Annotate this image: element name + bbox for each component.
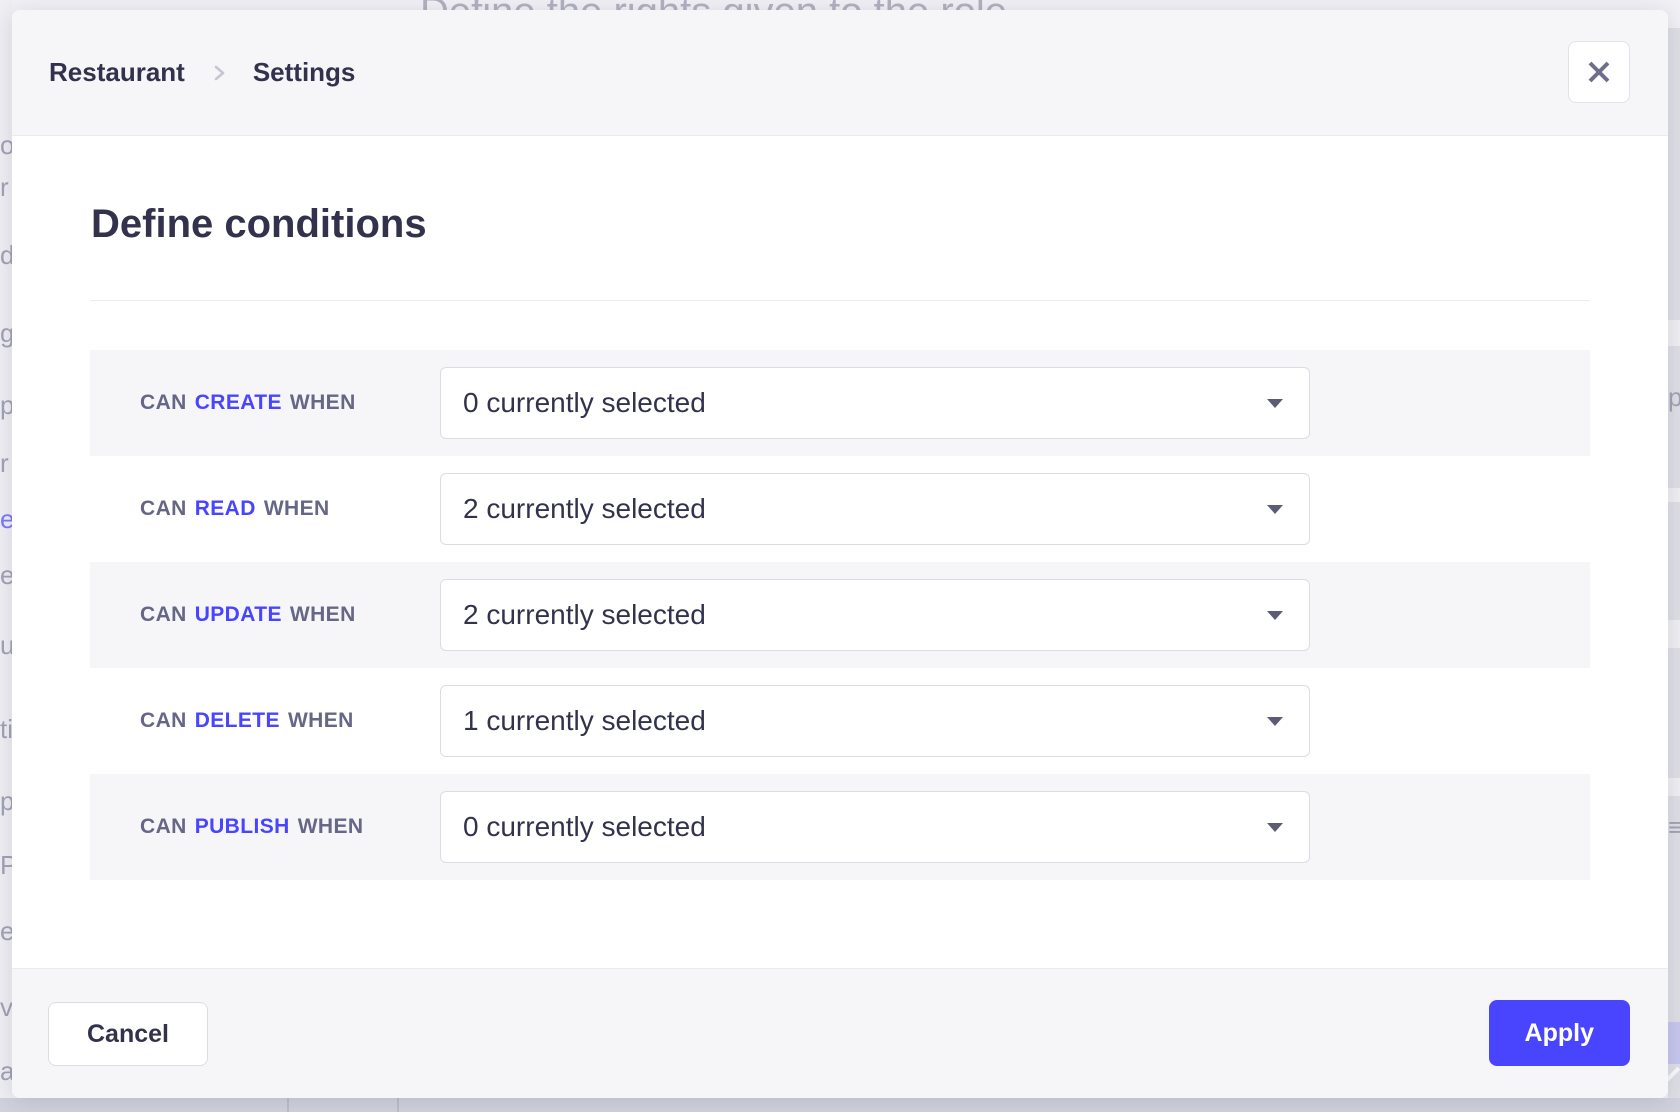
condition-row-label: CAN CREATE WHEN [90, 391, 440, 415]
modal-footer: Cancel Apply [12, 968, 1668, 1098]
backdrop-text-fragment: ≡ [1668, 812, 1680, 843]
condition-row-create: CAN CREATE WHEN 0 currently selected [90, 350, 1590, 456]
backdrop-left-edge: olrdgpreerutipPevai [0, 0, 12, 1098]
chevron-down-icon [1267, 717, 1283, 726]
chevron-down-icon [1267, 505, 1283, 514]
modal-body: Define conditions CAN CREATE WHEN 0 curr… [12, 136, 1668, 968]
breadcrumb-current: Settings [253, 57, 356, 88]
cancel-button[interactable]: Cancel [48, 1002, 208, 1066]
close-button[interactable] [1568, 41, 1630, 103]
dialog-title: Define conditions [91, 202, 427, 247]
backdrop-text-fragment: p [0, 786, 12, 817]
conditions-list: CAN CREATE WHEN 0 currently selected CAN… [90, 350, 1590, 880]
chevron-down-icon [1267, 611, 1283, 620]
label-prefix: CAN [140, 815, 187, 839]
breadcrumb-parent[interactable]: Restaurant [49, 57, 185, 88]
label-action: PUBLISH [195, 815, 290, 839]
select-value: 0 currently selected [463, 811, 706, 843]
chevron-down-icon [1267, 399, 1283, 408]
backdrop-text-fragment: ti [0, 714, 12, 745]
backdrop-bottom-strip [0, 1098, 1680, 1112]
close-icon [1585, 58, 1613, 86]
backdrop-text-fragment: P [0, 850, 12, 881]
backdrop-text-fragment: e [0, 504, 12, 535]
condition-row-label: CAN DELETE WHEN [90, 709, 440, 733]
label-suffix: WHEN [288, 709, 354, 733]
label-prefix: CAN [140, 603, 187, 627]
label-suffix: WHEN [290, 603, 356, 627]
condition-select-create[interactable]: 0 currently selected [440, 367, 1310, 439]
condition-row-label: CAN UPDATE WHEN [90, 603, 440, 627]
condition-row-publish: CAN PUBLISH WHEN 0 currently selected [90, 774, 1590, 880]
label-suffix: WHEN [264, 497, 330, 521]
condition-row-update: CAN UPDATE WHEN 2 currently selected [90, 562, 1590, 668]
chevron-right-icon [211, 63, 227, 83]
backdrop-text-fragment: r [0, 172, 9, 203]
select-value: 2 currently selected [463, 493, 706, 525]
backdrop-artifact [1666, 1022, 1680, 1064]
label-action: READ [195, 497, 256, 521]
breadcrumb: Restaurant Settings [49, 10, 355, 135]
backdrop-text-fragment: v [0, 992, 12, 1023]
divider [90, 300, 1590, 301]
condition-select-delete[interactable]: 1 currently selected [440, 685, 1310, 757]
label-suffix: WHEN [298, 815, 364, 839]
condition-select-update[interactable]: 2 currently selected [440, 579, 1310, 651]
label-prefix: CAN [140, 709, 187, 733]
select-value: 2 currently selected [463, 599, 706, 631]
backdrop-text-fragment: g [0, 318, 12, 349]
label-action: CREATE [195, 391, 282, 415]
backdrop-text-fragment: ol [0, 130, 12, 161]
backdrop-divider [397, 1098, 399, 1112]
backdrop-text-fragment: p [1668, 382, 1680, 413]
backdrop-right-edge: p≡ [1668, 28, 1680, 1098]
select-value: 0 currently selected [463, 387, 706, 419]
backdrop-text-fragment: ai [0, 1056, 12, 1087]
backdrop-text-fragment: e [0, 916, 12, 947]
backdrop-text-fragment: u [0, 630, 12, 661]
backdrop-band [1668, 488, 1680, 502]
apply-button[interactable]: Apply [1489, 1000, 1630, 1066]
label-prefix: CAN [140, 497, 187, 521]
condition-row-label: CAN READ WHEN [90, 497, 440, 521]
backdrop-text-fragment: er [0, 560, 12, 591]
chevron-down-icon [1267, 823, 1283, 832]
backdrop-text-fragment: d [0, 240, 12, 271]
label-action: UPDATE [195, 603, 282, 627]
backdrop-band [1668, 778, 1680, 796]
label-prefix: CAN [140, 391, 187, 415]
conditions-modal: Restaurant Settings Define conditions CA… [12, 10, 1668, 1098]
condition-select-read[interactable]: 2 currently selected [440, 473, 1310, 545]
backdrop-text-fragment: r [0, 448, 9, 479]
label-action: DELETE [195, 709, 280, 733]
condition-select-publish[interactable]: 0 currently selected [440, 791, 1310, 863]
backdrop-band [1668, 320, 1680, 346]
backdrop-text-fragment: p [0, 390, 12, 421]
modal-header: Restaurant Settings [12, 10, 1668, 136]
condition-row-delete: CAN DELETE WHEN 1 currently selected [90, 668, 1590, 774]
backdrop-divider [287, 1098, 289, 1112]
backdrop-band [1668, 620, 1680, 648]
condition-row-label: CAN PUBLISH WHEN [90, 815, 440, 839]
select-value: 1 currently selected [463, 705, 706, 737]
condition-row-read: CAN READ WHEN 2 currently selected [90, 456, 1590, 562]
label-suffix: WHEN [290, 391, 356, 415]
